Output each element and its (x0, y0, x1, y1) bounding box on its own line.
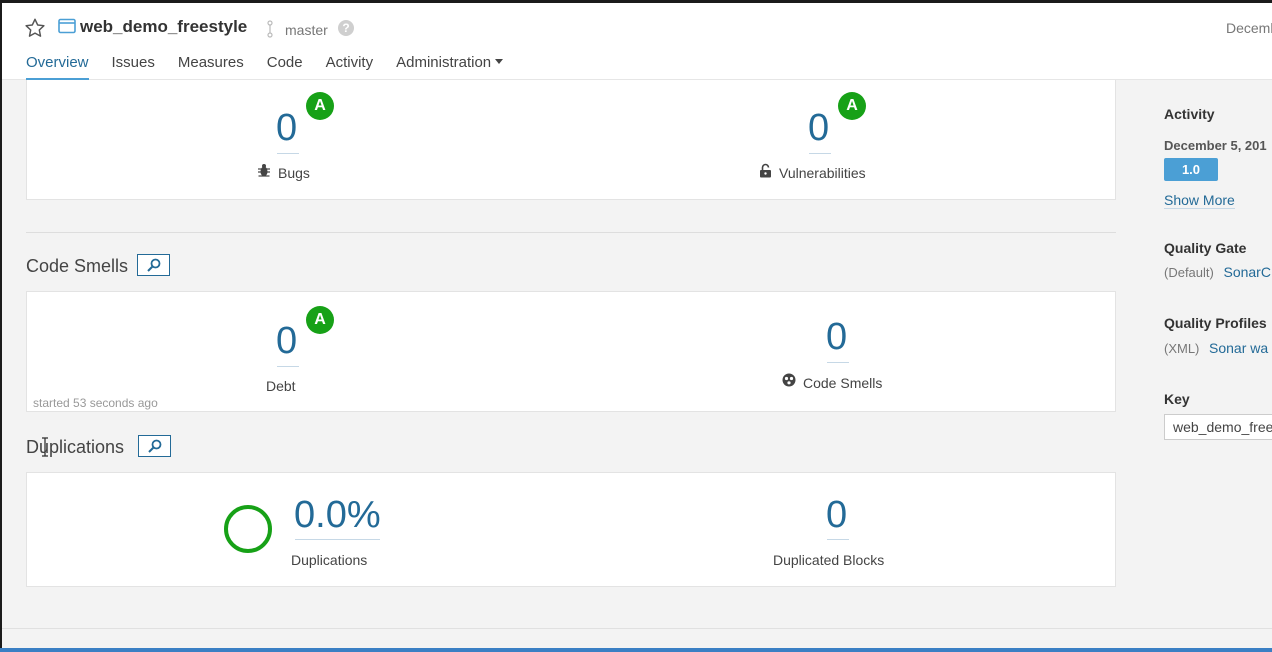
text-cursor-icon (42, 437, 48, 457)
tab-administration-label: Administration (396, 54, 492, 71)
page-loading-bar (0, 648, 1272, 652)
maintainability-rating-badge[interactable]: A (306, 306, 334, 334)
chevron-down-icon (495, 59, 504, 64)
code-smells-search-button[interactable] (137, 254, 170, 276)
project-header: web_demo_freestyle master ? Decemb Overv… (2, 3, 1272, 81)
code-smells-count-underline (827, 362, 849, 363)
tab-administration[interactable]: Administration (396, 54, 504, 80)
bugs-vulnerabilities-panel: 0 A Bugs 0 A Vulnerabilities (26, 80, 1116, 200)
project-icon (58, 18, 76, 34)
duplications-label: Duplications (291, 552, 368, 568)
vulnerabilities-count-underline (809, 153, 831, 154)
quality-gate-default-label: (Default) (1164, 265, 1214, 280)
branch-name: master (285, 22, 328, 38)
bugs-count[interactable]: 0 (276, 109, 297, 147)
duplicated-blocks-label: Duplicated Blocks (773, 552, 885, 568)
duplications-search-button[interactable] (138, 435, 171, 457)
debt-count[interactable]: 0 (276, 322, 297, 360)
favorite-star-icon[interactable] (24, 17, 46, 39)
duplicated-blocks-count[interactable]: 0 (826, 496, 847, 534)
quality-profile-language: (XML) (1164, 341, 1200, 356)
bug-icon (258, 164, 270, 177)
bugs-rating-badge[interactable]: A (306, 92, 334, 120)
project-nav: Overview Issues Measures Code Activity A… (26, 54, 526, 81)
lock-open-icon (760, 163, 771, 178)
debt-count-underline (277, 366, 299, 367)
quality-profiles-title: Quality Profiles (1164, 315, 1267, 331)
window-left-border (0, 0, 2, 652)
quality-gate-value: (Default) SonarC (1164, 264, 1271, 280)
analysis-date: Decemb (1226, 20, 1272, 36)
tab-measures[interactable]: Measures (178, 54, 244, 80)
activity-title: Activity (1164, 106, 1215, 122)
quality-profile-link[interactable]: Sonar wa (1209, 340, 1268, 356)
code-smells-title: Code Smells (26, 256, 129, 276)
vulnerabilities-count[interactable]: 0 (808, 109, 829, 147)
footer-divider (2, 628, 1272, 629)
tab-activity[interactable]: Activity (326, 54, 374, 80)
code-smells-count[interactable]: 0 (826, 318, 847, 356)
quality-gate-link[interactable]: SonarC (1223, 264, 1270, 280)
search-icon (147, 258, 161, 272)
analysis-started-text: started 53 seconds ago (33, 396, 158, 410)
code-smells-label: Code Smells (803, 375, 883, 391)
vulnerabilities-rating-badge[interactable]: A (838, 92, 866, 120)
bugs-label: Bugs (278, 165, 310, 181)
duplications-percentage-underline (295, 539, 380, 540)
project-key-field[interactable] (1164, 414, 1272, 440)
duplications-panel (26, 472, 1116, 587)
search-icon (148, 439, 162, 453)
help-icon[interactable]: ? (338, 20, 354, 36)
show-more-link[interactable]: Show More (1164, 192, 1235, 209)
quality-gate-title: Quality Gate (1164, 240, 1247, 256)
activity-date: December 5, 201 (1164, 138, 1267, 153)
code-smells-panel: 0 A Debt 0 Code Smells started 53 second… (26, 291, 1116, 412)
tab-issues[interactable]: Issues (112, 54, 155, 80)
tab-overview[interactable]: Overview (26, 54, 89, 81)
section-divider (26, 232, 1116, 233)
duplicated-blocks-underline (827, 539, 849, 540)
project-name[interactable]: web_demo_freestyle (80, 17, 247, 37)
tab-code[interactable]: Code (267, 54, 303, 80)
quality-profiles-value: (XML) Sonar wa (1164, 340, 1268, 356)
bugs-count-underline (277, 153, 299, 154)
vulnerabilities-label: Vulnerabilities (779, 165, 866, 181)
key-title: Key (1164, 391, 1190, 407)
duplications-donut-icon (224, 505, 272, 553)
branch-icon (267, 20, 273, 38)
duplications-percentage[interactable]: 0.0% (294, 496, 381, 534)
version-badge: 1.0 (1164, 158, 1218, 181)
code-smell-icon (782, 373, 796, 387)
debt-label: Debt (266, 378, 296, 394)
